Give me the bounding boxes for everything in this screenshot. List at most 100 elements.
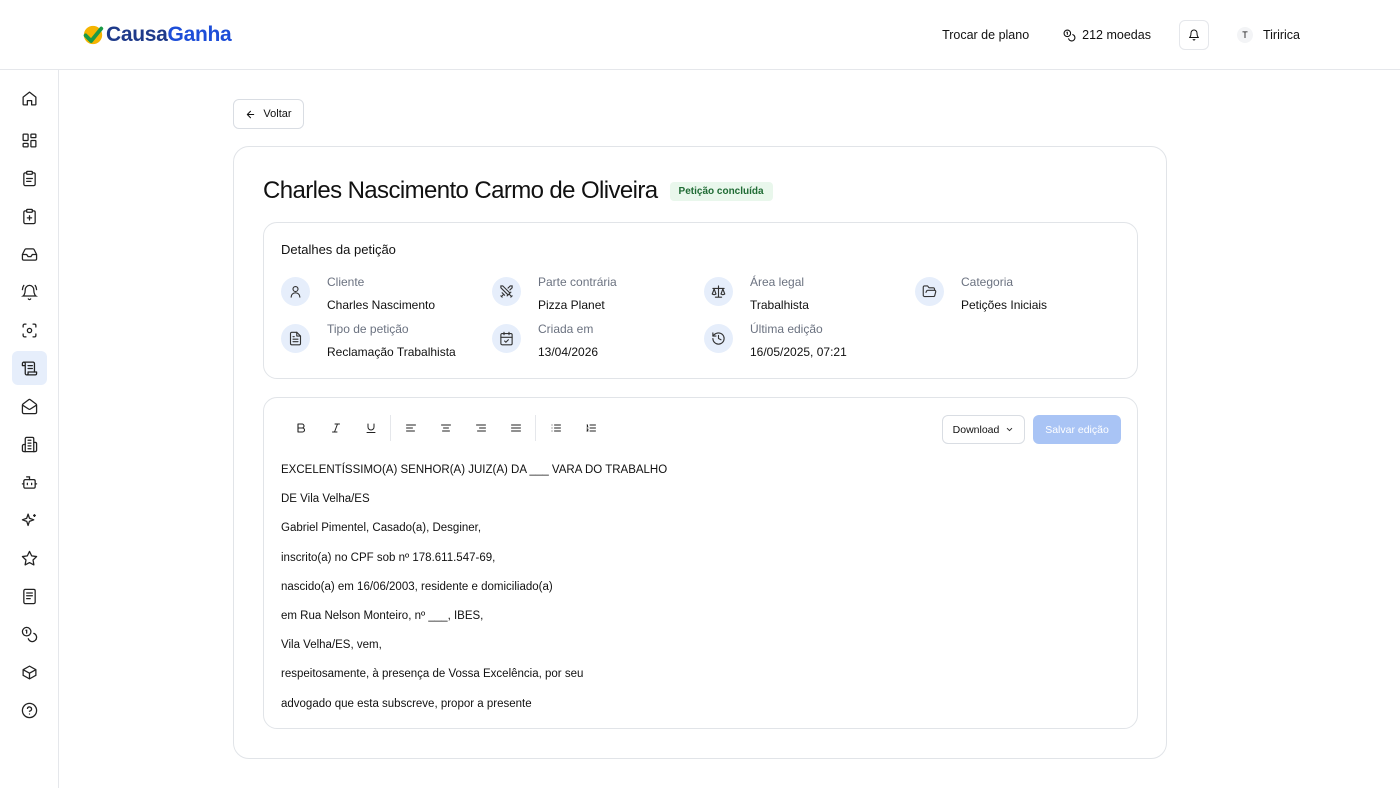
detail-label: Última edição [750, 322, 823, 336]
document-line: EXCELENTÍSSIMO(A) SENHOR(A) JUIZ(A) DA _… [281, 464, 668, 476]
dashboard-icon [22, 132, 37, 148]
bullet-list-button[interactable] [538, 415, 573, 441]
detail-created-at: Criada em 13/04/2026 [492, 322, 692, 362]
document-line: em Rua Nelson Monteiro, nº ___, IBES, [281, 609, 484, 622]
avatar: T [1236, 27, 1253, 43]
bell-icon [1188, 29, 1199, 41]
sidebar-item-dashboard[interactable] [12, 123, 47, 157]
toolbar-divider [390, 415, 391, 441]
sidebar [0, 70, 59, 788]
petition-editor: Download Salvar edição EXCELENTÍSSIMO(A)… [263, 397, 1138, 729]
star-icon [21, 550, 38, 566]
underline-button[interactable] [353, 415, 388, 441]
header-actions: Trocar de plano 212 moedas T Tiririca [942, 20, 1300, 50]
detail-last-edit: Última edição 16/05/2025, 07:21 [704, 322, 904, 362]
sidebar-item-building[interactable] [12, 427, 47, 461]
sidebar-item-alerts[interactable] [12, 275, 47, 309]
sidebar-item-packages[interactable] [12, 655, 47, 689]
user-icon [281, 277, 310, 306]
detail-value: Trabalhista [750, 298, 809, 312]
back-label: Voltar [263, 108, 292, 120]
align-left-button[interactable] [393, 415, 428, 441]
sidebar-item-mail[interactable] [12, 389, 47, 423]
mail-open-icon [21, 398, 38, 414]
status-badge: Petição concluída [669, 181, 773, 201]
sidebar-item-documents[interactable] [12, 579, 47, 613]
detail-value: Petições Iniciais [961, 298, 1048, 312]
align-center-button[interactable] [428, 415, 463, 441]
sidebar-item-clipboard[interactable] [12, 161, 47, 195]
sidebar-item-scan[interactable] [12, 313, 47, 347]
sidebar-item-help[interactable] [12, 693, 47, 727]
help-circle-icon [21, 702, 38, 718]
italic-button[interactable] [318, 415, 353, 441]
inbox-icon [21, 247, 38, 261]
bold-button[interactable] [283, 415, 318, 441]
bold-icon [296, 423, 305, 433]
document-line: advogado que esta subscreve, propor a pr… [281, 697, 532, 710]
detail-label: Área legal [750, 275, 805, 289]
folder-open-icon [915, 277, 944, 306]
document-line: inscrito(a) no CPF sob nº 178.611.547-69… [281, 551, 496, 564]
detail-label: Categoria [961, 275, 1014, 289]
sidebar-item-favorites[interactable] [12, 541, 47, 575]
align-right-button[interactable] [463, 415, 498, 441]
detail-value: 13/04/2026 [538, 345, 599, 359]
details-title: Detalhes da petição [281, 242, 396, 257]
bot-icon [21, 475, 38, 489]
detail-value: 16/05/2025, 07:21 [750, 345, 847, 359]
download-dropdown[interactable]: Download [942, 415, 1025, 444]
chevron-down-icon [1007, 427, 1013, 432]
history-icon [704, 324, 733, 353]
user-menu[interactable]: T Tiririca [1236, 27, 1300, 43]
document-content[interactable]: EXCELENTÍSSIMO(A) SENHOR(A) JUIZ(A) DA _… [281, 463, 1121, 726]
logo-icon [83, 25, 104, 45]
home-icon [22, 90, 37, 106]
italic-icon [331, 423, 340, 433]
sidebar-item-petitions[interactable] [12, 351, 47, 385]
editor-toolbar [283, 415, 608, 441]
title-row: Charles Nascimento Carmo de Oliveira Pet… [263, 177, 773, 205]
change-plan-link[interactable]: Trocar de plano [942, 28, 1029, 42]
sidebar-item-home[interactable] [12, 81, 47, 115]
sidebar-item-coins[interactable] [12, 617, 47, 651]
numbered-list-button[interactable] [573, 415, 608, 441]
scan-face-icon [22, 322, 37, 338]
scale-icon [704, 277, 733, 306]
sparkles-icon [21, 512, 36, 526]
petition-card: Charles Nascimento Carmo de Oliveira Pet… [233, 146, 1167, 759]
coins-balance[interactable]: 212 moedas [1063, 28, 1151, 42]
back-button[interactable]: Voltar [233, 99, 304, 129]
document-line: respeitosamente, à presença de Vossa Exc… [281, 668, 584, 681]
sidebar-item-clipboard-plus[interactable] [12, 199, 47, 233]
file-text-icon [281, 324, 310, 353]
sidebar-item-inbox[interactable] [12, 237, 47, 271]
align-justify-button[interactable] [498, 415, 533, 441]
detail-category: Categoria Petições Iniciais [915, 275, 1115, 315]
logo[interactable]: CausaGanha [82, 23, 232, 47]
swords-icon [492, 277, 521, 306]
notifications-button[interactable] [1178, 20, 1209, 50]
numbered-list-icon [585, 424, 596, 432]
document-line: Vila Velha/ES, vem, [281, 639, 382, 652]
download-label: Download [952, 423, 1000, 436]
sidebar-item-bot[interactable] [12, 465, 47, 499]
sidebar-item-ai[interactable] [12, 503, 47, 537]
coins-icon [21, 626, 38, 642]
building-icon [21, 436, 38, 452]
detail-petition-type: Tipo de petição Reclamação Trabalhista [281, 322, 481, 362]
detail-client: Cliente Charles Nascimento [281, 275, 481, 315]
document-list-icon [23, 588, 36, 604]
clipboard-plus-icon [23, 208, 36, 224]
save-edit-button[interactable]: Salvar edição [1033, 415, 1121, 444]
coins-icon [1063, 29, 1076, 41]
align-left-icon [405, 424, 416, 432]
clipboard-icon [23, 170, 36, 186]
page-title: Charles Nascimento Carmo de Oliveira [263, 177, 658, 204]
package-icon [22, 664, 37, 680]
detail-label: Criada em [538, 322, 594, 336]
top-bar: CausaGanha Trocar de plano 212 moedas T … [0, 0, 1400, 70]
bell-ring-icon [21, 284, 38, 300]
petition-details: Detalhes da petição Cliente Charles Nasc… [263, 222, 1138, 379]
detail-value: Pizza Planet [538, 298, 605, 312]
